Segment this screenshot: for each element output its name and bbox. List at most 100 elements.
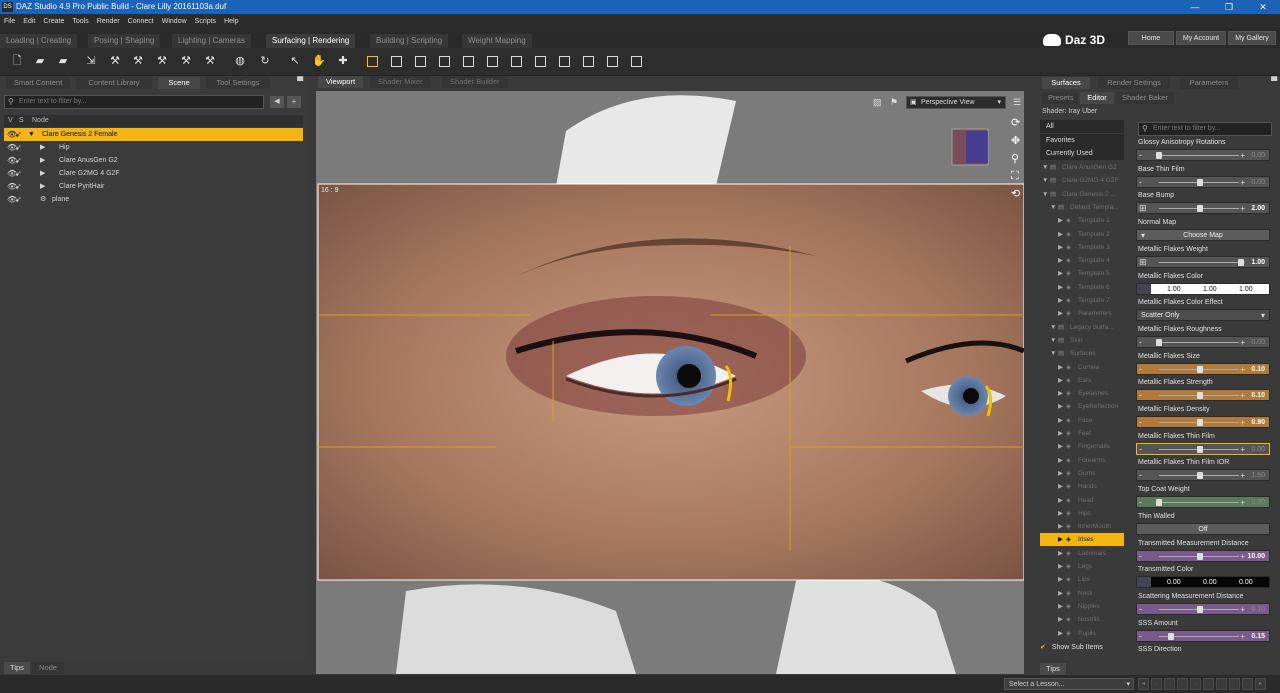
expand-icon[interactable]: ▶ [1058,467,1063,480]
minus-icon[interactable]: - [1139,604,1142,615]
color-picker-icon[interactable] [1137,577,1151,588]
surface-tree-item[interactable]: ▶ ◈ Lacrimals [1040,547,1124,560]
scene-node[interactable]: 👁 ➹ ▶ Clare G2MG 4 G2F [4,167,303,180]
rotate-tool-icon[interactable]: ⚒ [155,54,169,68]
layout-10-icon[interactable] [583,56,594,67]
slider-track[interactable] [1159,341,1239,343]
import-icon[interactable]: ⇲ [84,54,98,68]
save-icon[interactable]: ▰ [56,54,70,68]
expand-icon[interactable]: ▼ [1050,347,1056,360]
plus-icon[interactable]: + [1240,417,1245,428]
select-icon[interactable]: ➹ [15,180,22,193]
collapse-icon[interactable]: ▶ [40,154,45,167]
menu-tools[interactable]: Tools [72,18,88,25]
property-control[interactable]: - +0.00 [1136,496,1270,509]
surface-tree-item[interactable]: ▼ ▤ Surfaces [1040,347,1124,360]
slider-knob[interactable] [1197,445,1203,453]
tab-shader-builder[interactable]: Shader Builder [442,76,508,88]
tab-editor[interactable]: Editor [1080,92,1114,104]
expand-icon[interactable]: ▶ [1058,414,1063,427]
slider-track[interactable] [1159,261,1239,263]
select-icon[interactable]: ➹ [15,141,22,154]
property-control[interactable]: ⊞ +1.00 [1136,255,1270,268]
minus-icon[interactable]: - [1139,364,1142,375]
minimize-button[interactable]: — [1178,0,1212,14]
minus-icon[interactable]: - [1139,470,1142,481]
property-control[interactable]: 1.00 1.00 1.00 [1136,282,1270,295]
property-control[interactable]: - +0.90 [1136,416,1270,428]
reset-icon[interactable]: ⟲ [1011,187,1020,200]
tab-smart-content[interactable]: Smart Content [6,77,70,89]
layout-2-icon[interactable] [391,56,402,67]
property-control[interactable]: - +0.10 [1136,602,1270,615]
tab-posing-shaping[interactable]: Posing | Shaping [88,34,161,48]
surface-tree-item[interactable]: ▼ ▤ Default Templa... [1040,201,1124,214]
surface-tree-item[interactable]: ▶ ◈ Lips [1040,573,1124,586]
surface-tree-item[interactable]: ▶ ◈ Hips [1040,507,1124,520]
expand-icon[interactable]: ▼ [1050,321,1056,334]
surface-tree-item[interactable]: ▶ ◈ Hands [1040,480,1124,493]
select-icon[interactable]: ➹ [15,193,22,206]
plus-icon[interactable]: + [1240,203,1245,214]
surface-tree-item[interactable]: ▶ ◈ Eyelashes [1040,387,1124,400]
expand-icon[interactable]: ▶ [1058,533,1063,546]
surface-tree-item[interactable]: ▶ ◈ Face [1040,414,1124,427]
tab-tool-settings[interactable]: Tool Settings [206,77,270,89]
property-control[interactable]: - +0.10 [1136,362,1270,375]
lesson-step-button[interactable]: ◂ [1138,678,1149,690]
lesson-step-button[interactable]: · [1151,678,1162,690]
layout-8-icon[interactable] [535,56,546,67]
viewport-menu-icon[interactable]: ☰ [1013,97,1021,108]
node-tool-icon[interactable]: ⚒ [131,54,145,68]
select-icon[interactable]: ➹ [15,167,22,180]
surface-tree-item[interactable]: ▶ ◈ Ears [1040,374,1124,387]
expand-icon[interactable]: ▶ [1058,387,1063,400]
lesson-step-button[interactable]: · [1216,678,1227,690]
color-picker-icon[interactable] [1137,283,1151,294]
expand-icon[interactable]: ▶ [1058,214,1063,227]
tab-surfacing-rendering[interactable]: Surfacing | Rendering [266,34,356,48]
minus-icon[interactable]: - [1139,631,1142,642]
minus-icon[interactable]: - [1139,444,1142,455]
tab-render-settings[interactable]: Render Settings [1098,77,1170,89]
joint-editor-icon[interactable]: ⚒ [108,54,122,68]
expand-icon[interactable]: ▼ [1042,161,1048,174]
expand-icon[interactable]: ▶ [1058,494,1063,507]
show-sub-items[interactable]: ✔ Show Sub Items [1040,642,1103,654]
slider-knob[interactable] [1156,499,1162,507]
my-gallery-button[interactable]: My Gallery [1228,31,1276,45]
expand-icon[interactable]: ▶ [1058,520,1063,533]
property-control[interactable]: - +0.00 [1136,149,1270,161]
slider-knob[interactable] [1197,605,1203,613]
category-favorites[interactable]: Favorites [1040,134,1124,147]
expand-icon[interactable]: ▼ [1050,334,1056,347]
layout-7-icon[interactable] [511,56,522,67]
plus-icon[interactable]: + [1240,631,1245,642]
lesson-step-button[interactable]: · [1190,678,1201,690]
plus-icon[interactable]: + [1240,364,1245,375]
expand-icon[interactable]: ▶ [1058,281,1063,294]
light-icon[interactable]: ⚑ [890,97,898,108]
surface-tree-item[interactable]: ▶ ◈ Template 6 [1040,281,1124,294]
slider-track[interactable] [1159,155,1239,156]
menu-render[interactable]: Render [97,18,120,25]
menu-file[interactable]: File [4,18,15,25]
menu-window[interactable]: Window [162,18,187,25]
slider-knob[interactable] [1197,552,1203,560]
pan-icon[interactable]: ✥ [1011,134,1020,147]
expand-icon[interactable]: ▶ [1058,600,1063,613]
refresh-icon[interactable]: ↻ [258,54,272,68]
expand-icon[interactable]: ▶ [1058,454,1063,467]
property-control[interactable]: - +0.00 [1136,335,1270,348]
slider-knob[interactable] [1197,205,1203,213]
surface-tree-item[interactable]: ▼ ▤ Clare AnusGen G2 [1040,161,1124,174]
lesson-step-button[interactable]: · [1164,678,1175,690]
tab-loading-creating[interactable]: Loading | Creating [0,34,78,48]
expand-icon[interactable]: ▶ [1058,267,1063,280]
layout-9-icon[interactable] [559,56,570,67]
category-currently-used[interactable]: Currently Used [1040,147,1124,160]
minus-icon[interactable]: - [1139,177,1142,188]
tab-shader-baker[interactable]: Shader Baker [1116,92,1174,104]
slider-knob[interactable] [1156,152,1162,159]
panel-menu-icon[interactable]: ▝▘ [294,77,306,86]
